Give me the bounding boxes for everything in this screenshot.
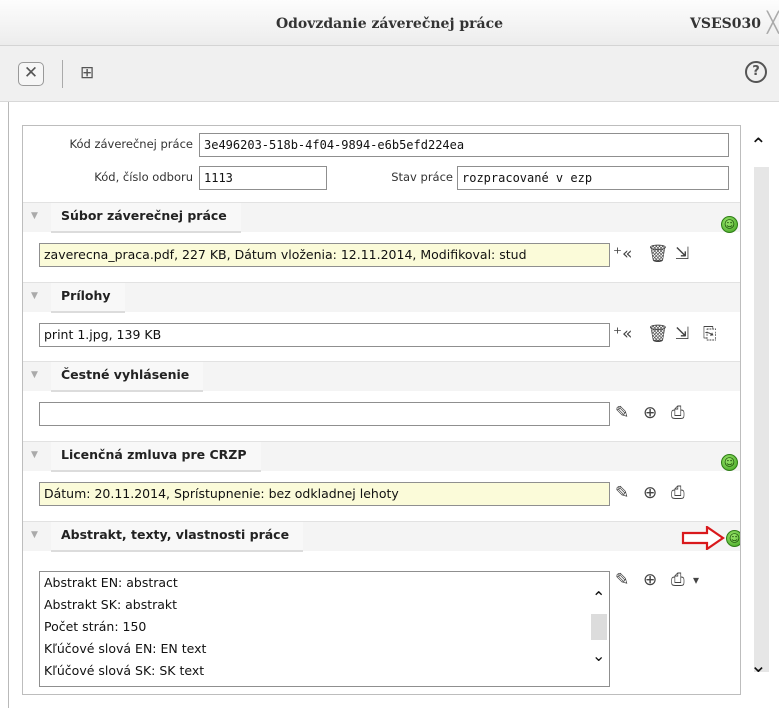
section-title: Abstrakt, texty, vlastnosti práce (51, 522, 304, 552)
form-panel: Kód záverečnej práce 3e496203-518b-4f04-… (22, 125, 741, 695)
close-button[interactable]: ✕ (18, 62, 44, 86)
print-icon[interactable]: ⎙ (671, 403, 685, 423)
status-ok-icon: ☺ (721, 454, 738, 471)
abstrakt-line: Počet strán: 150 (44, 619, 147, 634)
edit-icon[interactable]: ✎ (615, 403, 629, 423)
toolbar: ✕ ⊞ ? (0, 46, 779, 102)
abstrakt-line: Abstrakt SK: abstrakt (44, 597, 178, 612)
kod-odboru-label: Kód, číslo odboru (94, 170, 193, 184)
abstrakt-textarea[interactable]: Abstrakt EN: abstract Abstrakt SK: abstr… (39, 571, 610, 687)
chevron-up-icon[interactable]: ⌃ (750, 133, 767, 157)
window-titlebar: Odovzdanie záverečnej práce VSES030 ╳ (0, 0, 779, 46)
chevron-down-icon[interactable]: ▾ (693, 570, 699, 590)
stav-field[interactable]: rozpracované v ezp (457, 166, 729, 190)
status-ok-icon: ☺ (726, 530, 740, 547)
stav-label: Stav práce (391, 170, 453, 184)
abstrakt-line: Abstrakt EN: abstract (44, 575, 178, 590)
collapse-icon[interactable]: ▼ (31, 211, 38, 221)
kod-odboru-field[interactable]: 1113 (199, 166, 327, 190)
section-cestne[interactable]: ▼ Čestné vyhlásenie (23, 361, 740, 392)
abstrakt-line: Kľúčové slová EN: EN text (44, 641, 207, 656)
cestne-field[interactable] (39, 402, 610, 426)
kod-prace-label: Kód záverečnej práce (69, 137, 194, 151)
delete-icon[interactable]: 🗑 (647, 324, 669, 344)
open-file-icon[interactable]: ⇲ (675, 244, 689, 264)
delete-icon[interactable]: 🗑 (647, 244, 669, 264)
licencna-field[interactable]: Dátum: 20.11.2014, Sprístupnenie: bez od… (39, 482, 610, 506)
section-abstrakt[interactable]: ▼ Abstrakt, texty, vlastnosti práce (23, 521, 740, 552)
print-icon[interactable]: ⎙ (671, 570, 685, 590)
section-title: Čestné vyhlásenie (51, 362, 204, 392)
window-title: Odovzdanie záverečnej práce (275, 16, 504, 32)
edit-icon[interactable]: ✎ (615, 570, 629, 590)
section-title: Prílohy (51, 283, 125, 313)
open-file-icon[interactable]: ⇲ (675, 324, 689, 344)
toolbar-divider (62, 60, 63, 88)
page-scrollbar[interactable]: ⌃ ⌄ (741, 125, 779, 695)
tree-icon[interactable]: ⊞ (80, 63, 94, 83)
section-title: Súbor záverečnej práce (51, 203, 241, 233)
section-licencna[interactable]: ▼ Licenčná zmluva pre CRZP (23, 441, 740, 472)
chevron-down-icon[interactable]: ⌄ (592, 646, 605, 665)
window-close-icon[interactable]: ╳ (767, 12, 779, 32)
prilohy-field[interactable]: print 1.jpg, 139 KB (39, 323, 610, 347)
collapse-icon[interactable]: ▼ (31, 370, 38, 380)
kod-prace-field[interactable]: 3e496203-518b-4f04-9894-e6b5efd224ea (199, 133, 729, 157)
collapse-icon[interactable]: ▼ (31, 450, 38, 460)
scroll-thumb[interactable] (591, 614, 607, 640)
zoom-icon[interactable]: ⊕ (643, 403, 657, 423)
new-file-icon[interactable]: ⎘ (703, 324, 717, 344)
add-file-icon[interactable]: ⁺« (613, 324, 632, 344)
print-icon[interactable]: ⎙ (671, 483, 685, 503)
abstrakt-line: Kľúčové slová SK: SK text (44, 663, 205, 678)
scroll-track[interactable] (754, 167, 769, 672)
edit-icon[interactable]: ✎ (615, 483, 629, 503)
zoom-icon[interactable]: ⊕ (643, 483, 657, 503)
section-title: Licenčná zmluva pre CRZP (51, 442, 261, 472)
subor-field[interactable]: zaverecna_praca.pdf, 227 KB, Dátum vlože… (39, 243, 610, 267)
window-code: VSES030 (690, 16, 761, 32)
add-file-icon[interactable]: ⁺« (613, 244, 632, 264)
status-ok-icon: ☺ (721, 216, 738, 233)
section-prilohy[interactable]: ▼ Prílohy (23, 282, 740, 313)
help-icon[interactable]: ? (745, 61, 767, 83)
textarea-scrollbar[interactable]: ⌃ ⌄ (589, 572, 609, 686)
red-arrow-icon (681, 526, 725, 550)
zoom-icon[interactable]: ⊕ (643, 570, 657, 590)
chevron-up-icon[interactable]: ⌃ (592, 588, 605, 607)
chevron-down-icon[interactable]: ⌄ (750, 653, 767, 677)
collapse-icon[interactable]: ▼ (31, 530, 38, 540)
collapse-icon[interactable]: ▼ (31, 291, 38, 301)
section-subor[interactable]: ▼ Súbor záverečnej práce (23, 202, 740, 233)
